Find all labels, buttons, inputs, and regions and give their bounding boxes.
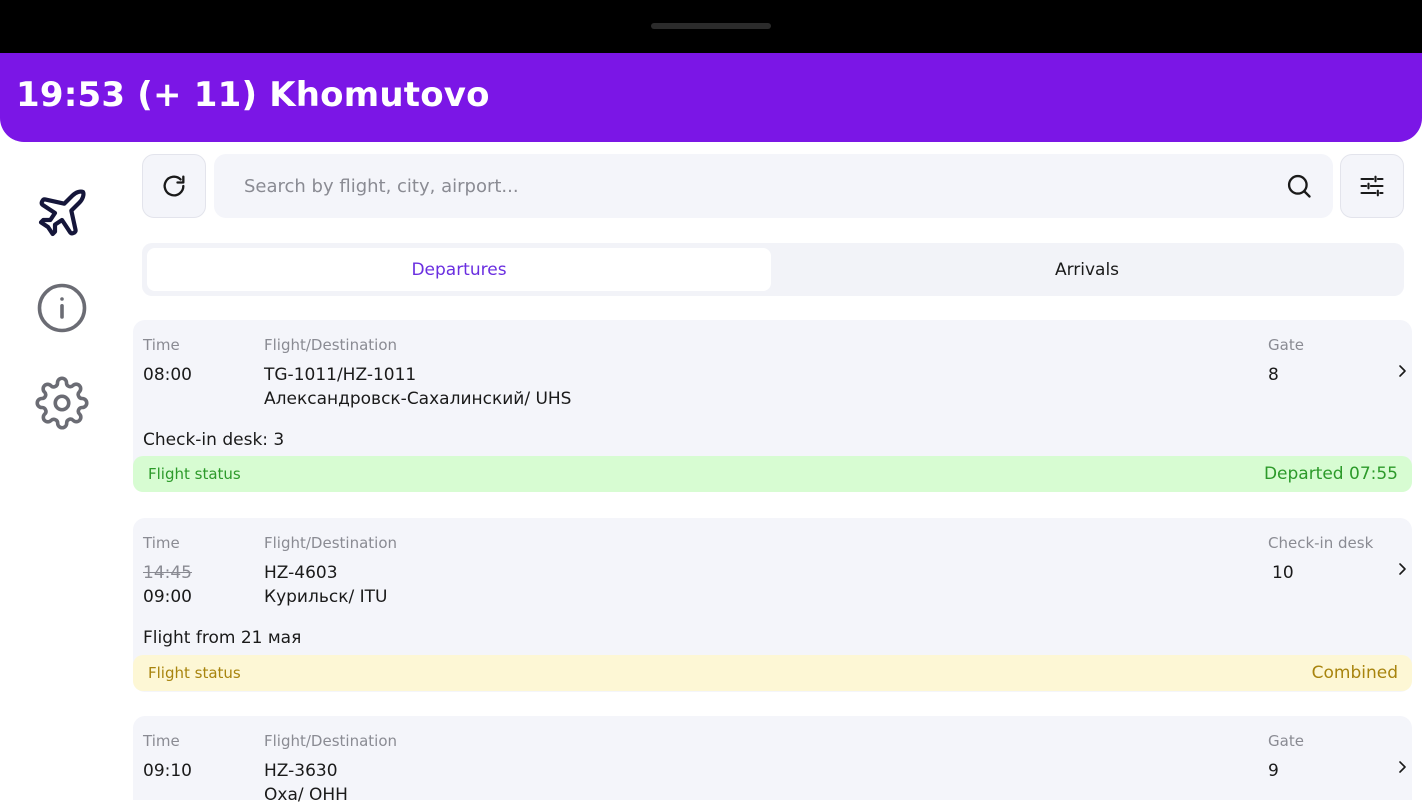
filter-button[interactable] <box>1340 154 1404 218</box>
tab-bar: Departures Arrivals <box>142 243 1404 296</box>
time-label: Time <box>143 534 180 552</box>
refresh-button[interactable] <box>142 154 206 218</box>
gate-label: Gate <box>1268 336 1304 354</box>
chevron-right-icon <box>1399 761 1406 773</box>
sidebar <box>0 142 124 800</box>
flight-status-bar: Flight status Departed 07:55 <box>133 456 1412 492</box>
system-status-bar <box>0 0 1422 53</box>
tab-arrivals[interactable]: Arrivals <box>775 248 1399 291</box>
tab-departures[interactable]: Departures <box>147 248 771 291</box>
search-box <box>214 154 1333 218</box>
page-title: 19:53 (+ 11) Khomutovo <box>16 75 490 115</box>
info-icon <box>37 283 87 333</box>
sidebar-item-info[interactable] <box>34 280 90 336</box>
gate-value: 9 <box>1268 761 1279 781</box>
flight-destination-label: Flight/Destination <box>264 336 398 354</box>
time-label: Time <box>143 732 180 750</box>
flight-number: TG-1011/HZ-1011 <box>264 365 417 385</box>
flight-destination: Александровск-Сахалинский/ UHS <box>264 389 572 409</box>
flight-number: HZ-4603 <box>264 563 338 583</box>
flight-status-value: Combined <box>1311 663 1398 683</box>
flight-note: Flight from 21 мая <box>143 628 302 648</box>
original-time: 14:45 <box>143 563 192 583</box>
flight-status-label: Flight status <box>148 465 241 483</box>
flight-status-bar: Flight status Combined <box>133 655 1412 691</box>
airplane-icon <box>38 189 86 237</box>
check-in-desk-value: 10 <box>1272 563 1294 583</box>
check-in-desk-info: Check-in desk: 3 <box>143 430 285 450</box>
chevron-right-icon <box>1399 563 1406 575</box>
search-input[interactable] <box>214 154 1274 218</box>
refresh-icon <box>163 175 185 197</box>
time-label: Time <box>143 336 180 354</box>
flight-status-label: Flight status <box>148 664 241 682</box>
flight-number: HZ-3630 <box>264 761 338 781</box>
flight-time: 08:00 <box>143 365 192 385</box>
flight-destination-label: Flight/Destination <box>264 534 398 552</box>
search-icon[interactable] <box>1285 172 1313 200</box>
gesture-pill <box>651 23 771 29</box>
filter-sliders-icon <box>1360 175 1384 197</box>
flight-destination: Курильск/ ITU <box>264 587 388 607</box>
gate-label: Gate <box>1268 732 1304 750</box>
chevron-right-icon <box>1399 365 1406 377</box>
flight-card[interactable]: Time Flight/Destination Gate 09:10 HZ-36… <box>133 716 1412 805</box>
flight-status-value: Departed 07:55 <box>1263 464 1398 484</box>
gate-value: 8 <box>1268 365 1279 385</box>
flight-destination: Оха/ OHH <box>264 785 348 805</box>
flight-card[interactable]: Time Flight/Destination Check-in desk 14… <box>133 518 1412 692</box>
sidebar-item-settings[interactable] <box>34 375 90 431</box>
check-in-desk-label: Check-in desk <box>1268 534 1374 552</box>
gear-icon <box>35 376 89 430</box>
sidebar-item-flights[interactable] <box>34 185 90 241</box>
flight-card[interactable]: Time Flight/Destination Gate 08:00 TG-10… <box>133 320 1412 492</box>
flight-time: 09:00 <box>143 587 192 607</box>
app-header: 19:53 (+ 11) Khomutovo <box>0 53 1422 142</box>
flight-time: 09:10 <box>143 761 192 781</box>
flight-destination-label: Flight/Destination <box>264 732 398 750</box>
